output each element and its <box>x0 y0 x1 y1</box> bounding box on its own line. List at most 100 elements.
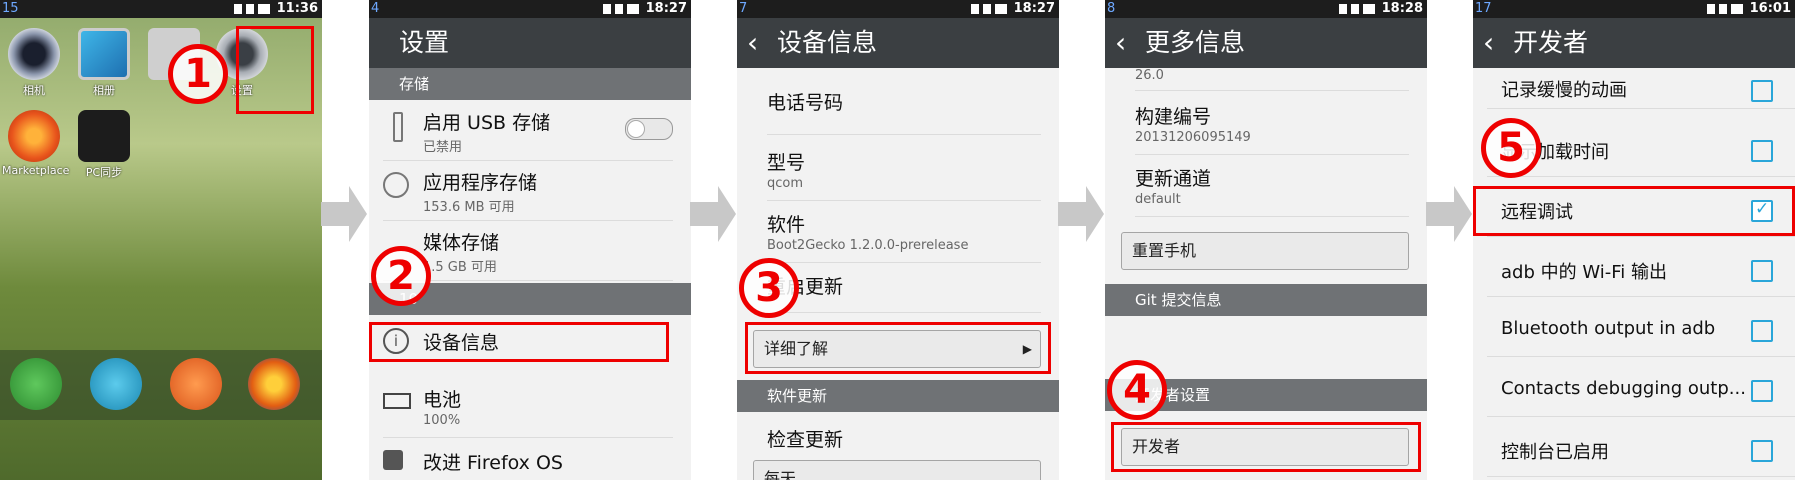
software-row: 软件 Boot2Gecko 1.2.0.0-prerelease <box>767 210 1041 263</box>
arrow-right-icon <box>1426 186 1472 242</box>
section-storage: 存储 <box>369 68 691 100</box>
status-icons <box>971 4 1007 14</box>
version-row: 26.0 <box>1135 68 1409 91</box>
messages-icon[interactable] <box>90 358 142 410</box>
app-storage-sub: 153.6 MB 可用 <box>423 200 515 215</box>
device-info-panel: 7 18:27 ‹ 设备信息 电话号码 型号 qcom 软件 Boot2Gecko… <box>737 0 1059 480</box>
dev-option-label: 记录缓慢的动画 <box>1501 80 1627 101</box>
status-bar: 8 18:28 <box>1105 0 1427 18</box>
usb-storage-row[interactable]: 启用 USB 存储 已禁用 <box>383 108 673 161</box>
firefox-icon[interactable] <box>248 358 300 410</box>
highlight-details <box>745 322 1051 374</box>
software-value: Boot2Gecko 1.2.0.0-prerelease <box>767 238 969 253</box>
header: ‹ 开发者 <box>1473 18 1795 68</box>
checkbox[interactable] <box>1751 140 1773 162</box>
build-row: 构建编号 20131206095149 <box>1135 102 1409 155</box>
arrow-right-icon <box>690 186 736 242</box>
channel-row: 更新通道 default <box>1135 164 1409 217</box>
battery-row[interactable]: 电池 100% <box>383 385 673 438</box>
marketplace-icon <box>8 110 60 162</box>
status-left-count: 8 <box>1107 1 1116 16</box>
camera-icon <box>8 28 60 80</box>
settings-panel: 4 18:27 设置 存储 启用 USB 存储 已禁用 应用程序存储 153.6… <box>369 0 691 480</box>
dev-option-row[interactable]: 记录缓慢的动画 <box>1487 68 1795 109</box>
app-gallery[interactable]: 相册 <box>72 28 136 98</box>
model-row: 型号 qcom <box>767 148 1041 201</box>
improve-row[interactable]: 改进 Firefox OS <box>383 448 673 480</box>
reset-phone-button[interactable]: 重置手机 <box>1121 232 1409 270</box>
dev-option-row[interactable]: adb 中的 Wi-Fi 输出 <box>1487 244 1795 297</box>
step-2-marker: 2 <box>371 246 431 306</box>
page-title: 设备信息 <box>777 28 878 57</box>
page-title: 设置 <box>399 28 450 57</box>
highlight-settings <box>236 26 314 114</box>
header: ‹ 设备信息 <box>737 18 1059 68</box>
app-marketplace[interactable]: Marketplace <box>2 110 69 177</box>
page-title: 开发者 <box>1513 28 1589 57</box>
status-left-count: 4 <box>371 1 380 16</box>
dev-option-label: adb 中的 Wi-Fi 输出 <box>1501 262 1667 283</box>
channel-title: 更新通道 <box>1135 168 1212 190</box>
reset-label: 重置手机 <box>1132 241 1197 260</box>
battery-title: 电池 <box>423 389 462 411</box>
checkbox[interactable] <box>1751 440 1773 462</box>
media-title: 媒体存储 <box>423 232 500 254</box>
status-time: 18:28 <box>1381 1 1423 16</box>
build-value: 20131206095149 <box>1135 130 1251 145</box>
build-title: 构建编号 <box>1135 106 1212 128</box>
developer-panel: 17 16:01 ‹开发者 记录缓慢的动画 显示加载时间 远程调试 adb 中的… <box>1473 0 1795 480</box>
checkbox[interactable] <box>1751 380 1773 402</box>
dev-option-row[interactable]: 控制台已启用 <box>1487 424 1795 477</box>
version-value: 26.0 <box>1135 68 1164 83</box>
gallery-icon <box>78 28 130 80</box>
dev-option-label: Bluetooth output in adb <box>1501 318 1716 339</box>
model-value: qcom <box>767 176 804 191</box>
status-bar: 15 11:36 <box>0 0 322 18</box>
checkbox[interactable] <box>1751 260 1773 282</box>
battery-sub: 100% <box>423 413 461 428</box>
update-frequency-select[interactable]: 每天 <box>753 460 1041 480</box>
more-info-panel: 8 18:28 ‹ 更多信息 26.0 构建编号 20131206095149 更… <box>1105 0 1427 480</box>
app-storage-row[interactable]: 应用程序存储 153.6 MB 可用 <box>383 168 673 221</box>
back-icon[interactable]: ‹ <box>1115 18 1126 68</box>
back-icon[interactable]: ‹ <box>747 18 758 68</box>
status-time: 18:27 <box>1013 1 1055 16</box>
restart-update-row: 重启更新 <box>767 272 1041 313</box>
back-icon[interactable]: ‹ <box>1483 18 1494 68</box>
check-update-label: 检查更新 <box>767 429 844 451</box>
app-label: 相册 <box>93 84 115 97</box>
checkbox[interactable] <box>1751 320 1773 342</box>
status-time: 11:36 <box>276 1 318 16</box>
app-camera[interactable]: 相机 <box>2 28 66 98</box>
arrow-right-icon <box>321 186 367 242</box>
phone-number-row: 电话号码 <box>767 88 1041 135</box>
page-title: 更多信息 <box>1145 28 1246 57</box>
contacts-icon[interactable] <box>170 358 222 410</box>
status-icons <box>603 4 639 14</box>
status-left-count: 15 <box>2 1 19 16</box>
status-bar: 17 16:01 <box>1473 0 1795 18</box>
dev-option-row[interactable]: Bluetooth output in adb <box>1487 304 1795 357</box>
checkbox[interactable] <box>1751 80 1773 102</box>
status-bar: 4 18:27 <box>369 0 691 18</box>
highlight-developer <box>1111 422 1421 472</box>
highlight-device-info <box>369 322 669 362</box>
frequency-value: 每天 <box>764 469 797 480</box>
check-update-row[interactable]: 检查更新 <box>767 425 1041 457</box>
header: ‹ 更多信息 <box>1105 18 1427 68</box>
dev-option-row[interactable]: Contacts debugging outp... <box>1487 364 1795 417</box>
storage-pie-icon <box>383 172 409 198</box>
step-3-marker: 3 <box>739 258 799 318</box>
phone-label: 电话号码 <box>767 92 844 114</box>
usb-toggle[interactable] <box>625 118 673 140</box>
step-4-marker: 4 <box>1107 360 1167 420</box>
section-update: 软件更新 <box>737 380 1059 412</box>
thumbs-up-icon <box>383 450 403 470</box>
app-pc-sync[interactable]: PC同步 <box>72 110 136 180</box>
phone-icon[interactable] <box>10 358 62 410</box>
step-5-marker: 5 <box>1481 118 1541 178</box>
usb-icon <box>393 112 403 142</box>
status-left-count: 17 <box>1475 1 1492 16</box>
highlight-remote-debug <box>1473 186 1795 236</box>
software-title: 软件 <box>767 214 806 236</box>
